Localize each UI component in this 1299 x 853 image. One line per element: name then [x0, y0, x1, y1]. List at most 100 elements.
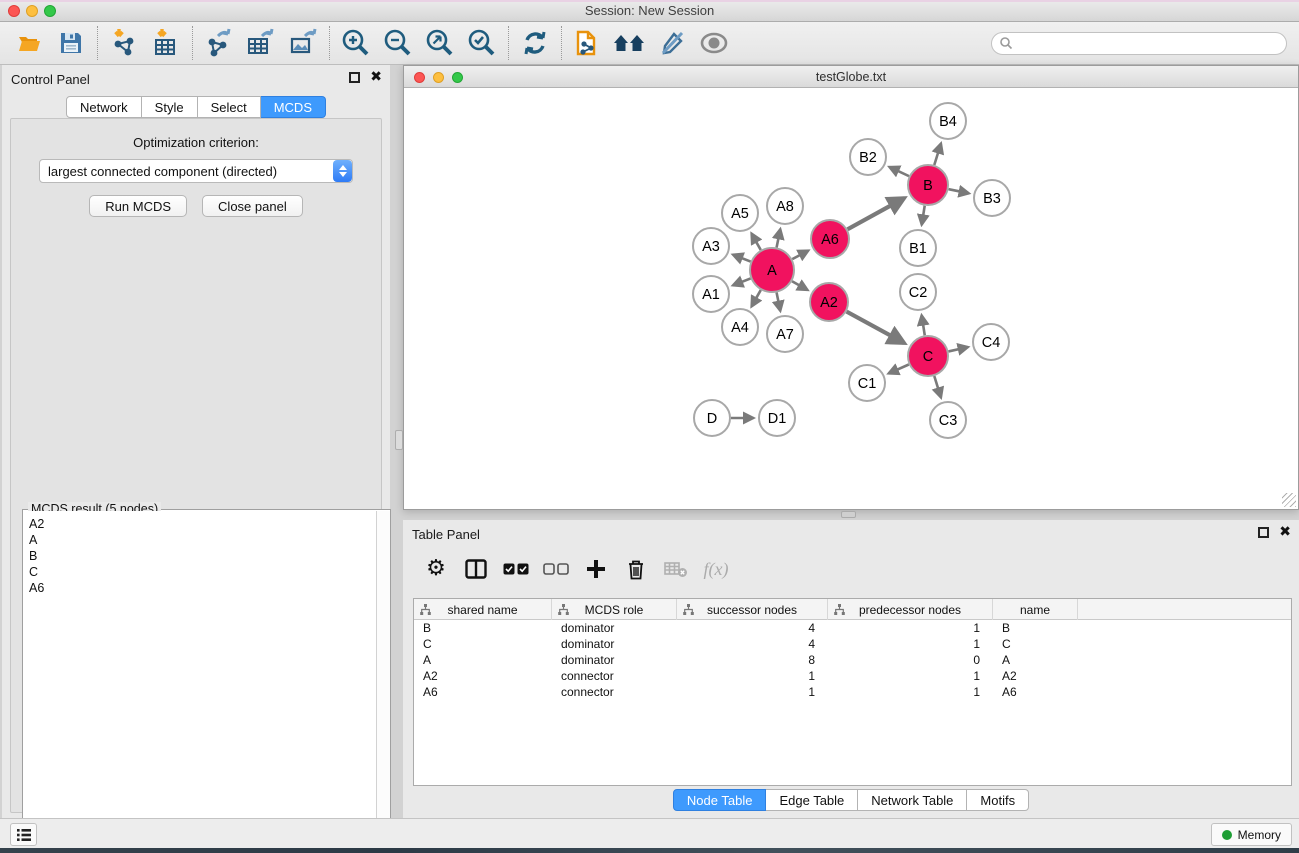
cell-successor-nodes[interactable]: 4	[677, 620, 828, 636]
edge-A-A6[interactable]	[792, 251, 808, 260]
cell-MCDS-role[interactable]: dominator	[552, 620, 677, 636]
edge-C-C4[interactable]	[948, 347, 967, 351]
edge-A-A3[interactable]	[733, 255, 751, 262]
cell-predecessor-nodes[interactable]: 1	[828, 668, 993, 684]
close-table-panel-icon[interactable]: ✖	[1279, 527, 1291, 538]
result-item[interactable]: B	[29, 548, 376, 564]
column-header-predecessor-nodes[interactable]: predecessor nodes	[828, 599, 993, 620]
tab-motifs[interactable]: Motifs	[967, 789, 1029, 811]
cell-shared-name[interactable]: B	[414, 620, 552, 636]
result-item[interactable]: A2	[29, 516, 376, 532]
cell-name[interactable]: B	[993, 620, 1078, 636]
graph-node-B4[interactable]: B4	[930, 103, 966, 139]
column-header-shared-name[interactable]: shared name	[414, 599, 552, 620]
splitter-grip-vertical[interactable]	[395, 430, 403, 450]
cell-shared-name[interactable]: A6	[414, 684, 552, 700]
tab-network-table[interactable]: Network Table	[858, 789, 967, 811]
graph-node-A[interactable]: A	[750, 248, 794, 292]
column-header-successor-nodes[interactable]: successor nodes	[677, 599, 828, 620]
edge-C-C1[interactable]	[889, 364, 909, 373]
cell-name[interactable]: A2	[993, 668, 1078, 684]
cell-MCDS-role[interactable]: dominator	[552, 636, 677, 652]
close-panel-icon[interactable]: ✖	[370, 72, 382, 83]
cell-predecessor-nodes[interactable]: 1	[828, 620, 993, 636]
tab-network[interactable]: Network	[66, 96, 142, 118]
table-row[interactable]: A2connector11A2	[414, 668, 1291, 684]
criterion-dropdown[interactable]: largest connected component (directed)	[39, 159, 353, 183]
result-item[interactable]: C	[29, 564, 376, 580]
cell-name[interactable]: A6	[993, 684, 1078, 700]
graph-node-C3[interactable]: C3	[930, 402, 966, 438]
edge-C-C3[interactable]	[934, 376, 941, 397]
mcds-result-list[interactable]: A2ABCA6	[24, 511, 376, 852]
table-settings-gear-icon[interactable]: ⚙	[423, 556, 449, 582]
graph-node-D1[interactable]: D1	[759, 400, 795, 436]
network-canvas[interactable]: B4B2BB3A5A8A6B1A3AC2A1A2A4A7CC4C1C3DD1	[404, 88, 1298, 509]
cell-predecessor-nodes[interactable]: 1	[828, 636, 993, 652]
edge-A-A4[interactable]	[752, 290, 761, 306]
close-panel-button[interactable]: Close panel	[202, 195, 303, 217]
cell-name[interactable]: A	[993, 652, 1078, 668]
tab-node-table[interactable]: Node Table	[673, 789, 767, 811]
refresh-layout-icon[interactable]	[514, 24, 556, 62]
graph-node-A4[interactable]: A4	[722, 309, 758, 345]
select-all-columns-icon[interactable]	[503, 556, 529, 582]
task-history-button[interactable]	[10, 823, 37, 846]
export-network-icon[interactable]	[198, 24, 240, 62]
edge-A-A7[interactable]	[777, 293, 781, 311]
cell-name[interactable]: C	[993, 636, 1078, 652]
import-network-icon[interactable]	[103, 24, 145, 62]
graph-node-A8[interactable]: A8	[767, 188, 803, 224]
graph-node-B3[interactable]: B3	[974, 180, 1010, 216]
graph-node-A3[interactable]: A3	[693, 228, 729, 264]
cell-predecessor-nodes[interactable]: 1	[828, 684, 993, 700]
result-scrollbar[interactable]	[376, 511, 390, 852]
table-row[interactable]: Cdominator41C	[414, 636, 1291, 652]
table-row[interactable]: Adominator80A	[414, 652, 1291, 668]
graph-node-D[interactable]: D	[694, 400, 730, 436]
graph-node-B1[interactable]: B1	[900, 230, 936, 266]
graph-node-A1[interactable]: A1	[693, 276, 729, 312]
graph-node-C[interactable]: C	[908, 336, 948, 376]
result-item[interactable]: A	[29, 532, 376, 548]
zoom-out-icon[interactable]	[377, 24, 419, 62]
column-header-MCDS-role[interactable]: MCDS role	[552, 599, 677, 620]
zoom-in-icon[interactable]	[335, 24, 377, 62]
edge-C-C2[interactable]	[922, 315, 925, 335]
cell-shared-name[interactable]: A2	[414, 668, 552, 684]
float-panel-icon[interactable]	[349, 72, 360, 83]
export-table-icon[interactable]	[240, 24, 282, 62]
table-row[interactable]: A6connector11A6	[414, 684, 1291, 700]
cell-successor-nodes[interactable]: 8	[677, 652, 828, 668]
first-neighbors-icon[interactable]	[609, 24, 651, 62]
show-columns-icon[interactable]	[463, 556, 489, 582]
edge-B-B3[interactable]	[949, 189, 969, 193]
edge-A-A1[interactable]	[733, 278, 751, 285]
create-column-plus-icon[interactable]	[583, 556, 609, 582]
import-table-icon[interactable]	[145, 24, 187, 62]
column-header-name[interactable]: name	[993, 599, 1078, 620]
cell-predecessor-nodes[interactable]: 0	[828, 652, 993, 668]
zoom-fit-icon[interactable]	[419, 24, 461, 62]
graph-node-A5[interactable]: A5	[722, 195, 758, 231]
cell-shared-name[interactable]: A	[414, 652, 552, 668]
show-hide-graphics-icon[interactable]	[693, 24, 735, 62]
splitter-grip-horizontal[interactable]	[841, 511, 856, 518]
graph-node-C2[interactable]: C2	[900, 274, 936, 310]
result-item[interactable]: A6	[29, 580, 376, 596]
network-window-titlebar[interactable]: testGlobe.txt	[404, 66, 1298, 88]
cell-successor-nodes[interactable]: 4	[677, 636, 828, 652]
cell-shared-name[interactable]: C	[414, 636, 552, 652]
edge-A-A8[interactable]	[777, 229, 781, 247]
cell-MCDS-role[interactable]: dominator	[552, 652, 677, 668]
tab-select[interactable]: Select	[198, 96, 261, 118]
edge-A-A5[interactable]	[752, 234, 761, 250]
tab-edge-table[interactable]: Edge Table	[766, 789, 858, 811]
window-resize-grip[interactable]	[1282, 493, 1296, 507]
edge-A6-B[interactable]	[848, 198, 905, 229]
graph-node-A7[interactable]: A7	[767, 316, 803, 352]
run-mcds-button[interactable]: Run MCDS	[89, 195, 187, 217]
hide-annotations-icon[interactable]	[651, 24, 693, 62]
graph-node-C4[interactable]: C4	[973, 324, 1009, 360]
cell-successor-nodes[interactable]: 1	[677, 684, 828, 700]
